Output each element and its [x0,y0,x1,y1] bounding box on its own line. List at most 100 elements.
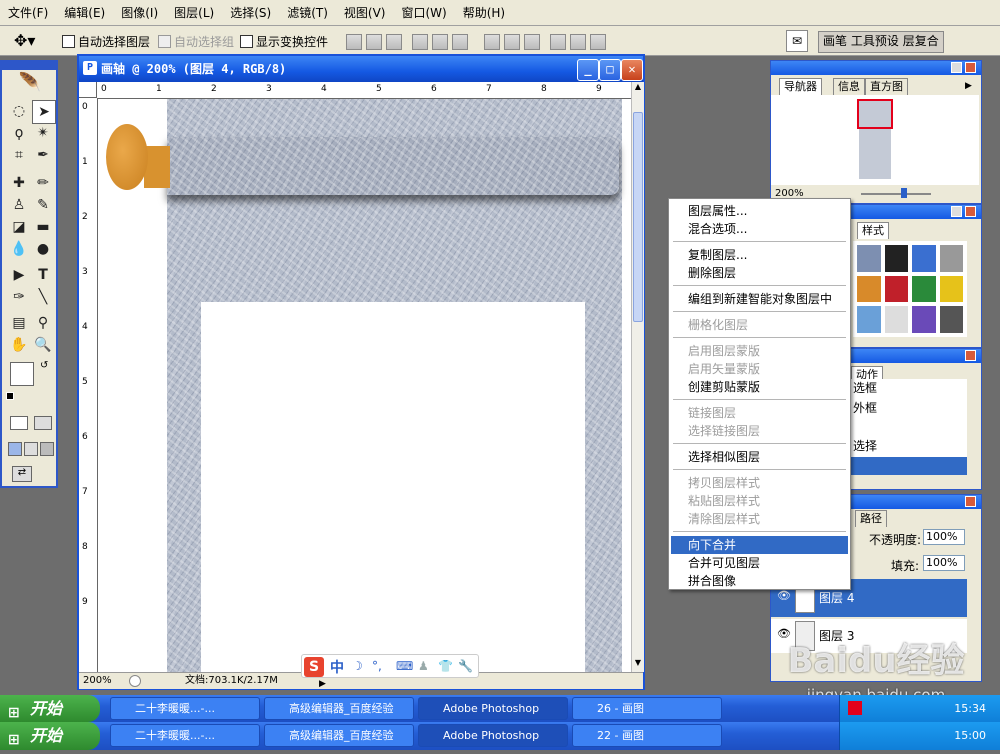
path-select-icon[interactable]: ▶ [8,264,30,286]
slice-tool-icon[interactable]: ✒ [32,144,54,166]
taskbar-item-editor[interactable]: 高级编辑器_百度经验 [264,697,414,720]
history-brush-icon[interactable]: ✎ [32,194,54,216]
action-item[interactable]: 选框 [853,379,877,396]
standard-mode-icon[interactable] [10,416,28,430]
panel-close-icon[interactable] [965,62,976,73]
align-top-icon[interactable] [346,34,362,50]
style-swatch[interactable] [912,245,936,272]
taskbar-item-chat[interactable]: 二十李暖暖...-... [110,724,260,747]
style-swatch[interactable] [912,275,936,303]
brush-tool-icon[interactable]: ✏ [32,172,54,194]
panel-close-icon[interactable] [965,496,976,507]
distribute-hcenter-icon[interactable] [570,34,586,50]
blur-tool-icon[interactable]: 💧 [8,238,30,260]
style-swatch[interactable] [884,245,908,272]
tray-ime-icon[interactable] [848,701,862,715]
menu-edit[interactable]: 编辑(E) [56,0,113,26]
panel-minimize-icon[interactable] [951,206,962,217]
navigator-zoom-slider[interactable] [861,193,931,195]
status-menu-arrow-icon[interactable]: ▶ [319,676,326,692]
context-menu-item[interactable]: 图层属性... [671,202,848,220]
ime-moon-icon[interactable]: ☽ [352,659,363,673]
context-menu-item[interactable]: 选择相似图层 [671,448,848,466]
show-transform-checkbox[interactable]: 显示变换控件 [240,33,328,50]
taskbar-item-paint[interactable]: 26 - 画图 [572,697,722,720]
menu-layer[interactable]: 图层(L) [166,0,222,26]
panel-minimize-icon[interactable] [951,62,962,73]
panel-menu-icon[interactable]: ▶ [965,81,972,91]
tab-info[interactable]: 信息 [833,78,865,95]
document-titlebar[interactable]: P 画轴 @ 200% (图层 4, RGB/8) _ □ ✕ [79,56,643,82]
navigator-preview[interactable] [771,95,979,185]
vertical-scrollbar[interactable]: ▲ ▼ [631,82,644,672]
ime-keyboard-icon[interactable]: ⌨ [396,659,413,673]
toolbox-grip[interactable] [2,62,56,70]
screen-mode-full-icon[interactable] [40,442,54,456]
maximize-button[interactable]: □ [599,59,621,81]
pen-tool-icon[interactable]: ✑ [8,286,30,308]
screen-mode-standard-icon[interactable] [8,442,22,456]
move-tool-icon[interactable]: ✥▾ [14,30,40,52]
ime-mode-label[interactable]: 中 [330,657,344,677]
tab-navigator[interactable]: 导航器 [779,78,822,95]
style-swatch[interactable] [912,306,936,333]
tab-tool-presets[interactable]: 工具预设 [851,34,899,48]
taskbar-item-photoshop[interactable]: Adobe Photoshop [418,697,568,720]
context-menu-item[interactable]: 创建剪贴蒙版 [671,378,848,396]
eraser-tool-icon[interactable]: ◪ [8,216,30,238]
action-item[interactable]: 外框 [853,399,877,416]
eye-icon[interactable]: 👁 [777,589,791,602]
minimize-button[interactable]: _ [577,59,599,81]
styles-grid[interactable] [853,241,967,337]
gradient-tool-icon[interactable]: ▬ [32,216,54,238]
navigator-caption[interactable] [771,61,981,75]
align-left-icon[interactable] [412,34,428,50]
scroll-up-arrow-icon[interactable]: ▲ [633,82,643,94]
actions-list[interactable]: 选框 外框 选择 [851,379,967,475]
taskbar-item-chat[interactable]: 二十李暖暖...-... [110,697,260,720]
notes-tool-icon[interactable]: ▤ [8,312,30,334]
tab-layer-comps[interactable]: 层复合 [903,34,939,48]
auto-select-layer-checkbox[interactable]: 自动选择图层 [62,33,150,50]
tab-brushes[interactable]: 画笔 [823,34,847,48]
context-menu-item[interactable]: 删除图层 [671,264,848,282]
marquee-tool-icon[interactable]: ◌ [8,100,30,122]
tab-paths[interactable]: 路径 [855,510,887,527]
ime-skin-icon[interactable]: 👕 [438,659,453,673]
align-hcenter-icon[interactable] [432,34,448,50]
zoom-level[interactable]: 200% [83,673,112,689]
ime-tools-icon[interactable]: 🔧 [458,659,473,673]
taskbar-item-photoshop[interactable]: Adobe Photoshop [418,724,568,747]
tab-histogram[interactable]: 直方图 [865,78,908,95]
distribute-bottom-icon[interactable] [524,34,540,50]
navigator-view-box[interactable] [857,99,893,129]
hand-tool-icon[interactable]: ✋ [8,334,30,356]
scroll-thumb[interactable] [633,112,643,322]
tab-styles[interactable]: 样式 [857,222,889,239]
align-bottom-icon[interactable] [386,34,402,50]
default-colors-icon[interactable] [6,392,14,400]
ruler-origin[interactable] [79,82,97,98]
menu-help[interactable]: 帮助(H) [455,0,513,26]
start-button[interactable]: ⊞ 开始 [0,722,100,750]
menu-image[interactable]: 图像(I) [113,0,166,26]
eyedropper-icon[interactable]: ⚲ [32,312,54,334]
close-button[interactable]: ✕ [621,59,643,81]
start-button[interactable]: ⊞ 开始 [0,695,100,722]
distribute-top-icon[interactable] [484,34,500,50]
sogou-logo-icon[interactable]: S [304,657,324,677]
menu-view[interactable]: 视图(V) [336,0,394,26]
align-vcenter-icon[interactable] [366,34,382,50]
menu-select[interactable]: 选择(S) [222,0,279,26]
clock[interactable]: 15:00 [954,722,986,749]
style-swatch[interactable] [857,245,881,272]
dodge-tool-icon[interactable]: ● [32,238,54,260]
style-swatch[interactable] [857,275,881,303]
type-tool-icon[interactable]: T [32,264,54,286]
taskbar-item-editor[interactable]: 高级编辑器_百度经验 [264,724,414,747]
lasso-tool-icon[interactable]: ϙ [8,122,30,144]
style-swatch[interactable] [857,306,881,333]
distribute-vcenter-icon[interactable] [504,34,520,50]
distribute-right-icon[interactable] [590,34,606,50]
menu-filter[interactable]: 滤镜(T) [279,0,336,26]
